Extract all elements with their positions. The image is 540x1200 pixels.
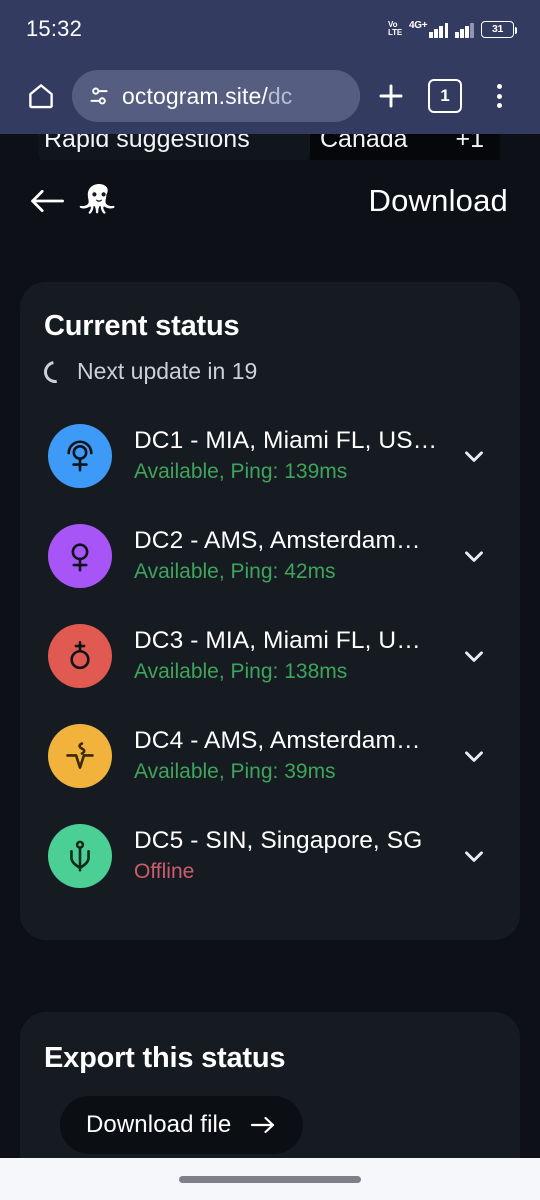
back-arrow-icon[interactable] [24,178,70,224]
arrow-right-icon [251,1116,275,1134]
home-icon[interactable] [14,69,68,123]
datacenter-row-dc4[interactable]: DC4 - AMS, Amsterdam… Available, Ping: 3… [20,706,520,806]
battery-percent: 31 [491,23,504,35]
chevron-down-icon[interactable] [452,641,496,671]
tab-switcher-button[interactable]: 1 [418,69,472,123]
datacenter-text-dc5: DC5 - SIN, Singapore, SG Offline [134,826,452,886]
earth-symbol-icon [48,624,112,688]
system-status-bar: 15:32 Vo LTE 4G+ 31 [0,0,540,58]
loading-spinner-icon [39,356,71,387]
datacenter-name: DC1 - MIA, Miami FL, US… [134,427,438,454]
chevron-down-icon[interactable] [452,541,496,571]
datacenter-text-dc2: DC2 - AMS, Amsterdam… Available, Ping: 4… [134,526,452,586]
plus-icon[interactable] [364,69,418,123]
battery-icon: 31 [481,20,517,38]
pluto-symbol-icon [48,424,112,488]
datacenter-name: DC4 - AMS, Amsterdam… [134,727,421,754]
export-status-card: Export this status Download file [20,1012,520,1172]
signal-bars-sim2-icon [455,21,474,38]
app-header: Download [0,160,540,242]
page-title: Download [368,183,508,218]
aquarius-symbol-icon [48,724,112,788]
home-indicator-pill[interactable] [179,1175,361,1183]
datacenter-row-dc1[interactable]: DC1 - MIA, Miami FL, US… Available, Ping… [20,406,520,506]
venus-symbol-icon [48,524,112,588]
datacenter-name: DC3 - MIA, Miami FL, U… [134,627,421,654]
peek-chip-country: Canada +1 [310,134,500,160]
peek-suggestions-label: Rapid suggestions [44,134,250,153]
trident-symbol-icon [48,824,112,888]
volte-icon: Vo LTE [388,20,402,38]
datacenter-text-dc3: DC3 - MIA, Miami FL, U… Available, Ping:… [134,626,452,686]
datacenter-status: Available, Ping: 39ms [134,760,336,783]
network-signal-group: 4G+ [408,20,449,38]
datacenter-text-dc1: DC1 - MIA, Miami FL, US… Available, Ping… [134,426,452,486]
datacenter-status: Available, Ping: 139ms [134,460,348,483]
peek-chip-suggestions: Rapid suggestions [38,134,310,160]
phone-screen: 15:32 Vo LTE 4G+ 31 octogram.site/dc 1 R… [0,0,540,1200]
datacenter-row-dc3[interactable]: DC3 - MIA, Miami FL, U… Available, Ping:… [20,606,520,706]
datacenter-list: DC1 - MIA, Miami FL, US… Available, Ping… [20,406,520,906]
tab-count-badge: 1 [428,79,462,113]
next-update-row: Next update in 19 [39,356,258,387]
page-content-peek-strip: Rapid suggestions Canada +1 [0,134,540,160]
chevron-down-icon[interactable] [452,741,496,771]
site-settings-icon [90,87,108,105]
status-bar-clock: 15:32 [26,16,83,41]
datacenter-status: Offline [134,860,195,883]
datacenter-name: DC5 - SIN, Singapore, SG [134,827,423,854]
current-status-title: Current status [44,310,240,342]
download-file-button[interactable]: Download file [60,1096,304,1154]
peek-country-code: +1 [455,134,484,153]
address-bar-url: octogram.site/dc [122,83,292,110]
current-status-card: Current status Next update in 19 DC1 - M… [20,282,520,940]
datacenter-row-dc2[interactable]: DC2 - AMS, Amsterdam… Available, Ping: 4… [20,506,520,606]
octopus-logo-icon [72,178,126,224]
chevron-down-icon[interactable] [452,841,496,871]
signal-bars-sim1-icon [429,21,449,38]
url-main: octogram.site/ [122,82,268,109]
peek-country-label: Canada [320,134,408,153]
export-status-title: Export this status [44,1042,286,1074]
network-type-label: 4G+ [408,20,428,31]
kebab-menu-icon[interactable] [472,69,526,123]
status-bar-icons: Vo LTE 4G+ 31 [388,20,517,38]
next-update-label: Next update in 19 [77,358,258,384]
download-file-label: Download file [86,1111,232,1138]
system-navigation-bar [0,1158,540,1200]
browser-chrome: 15:32 Vo LTE 4G+ 31 octogram.site/dc 1 [0,0,540,134]
browser-toolbar: octogram.site/dc 1 [0,58,540,134]
volte-line-2: LTE [388,28,402,37]
datacenter-name: DC2 - AMS, Amsterdam… [134,527,421,554]
url-tail: dc [267,82,293,109]
datacenter-status: Available, Ping: 42ms [134,560,336,583]
address-bar[interactable]: octogram.site/dc [72,70,360,122]
datacenter-text-dc4: DC4 - AMS, Amsterdam… Available, Ping: 3… [134,726,452,786]
datacenter-status: Available, Ping: 138ms [134,660,348,683]
chevron-down-icon[interactable] [452,441,496,471]
datacenter-row-dc5[interactable]: DC5 - SIN, Singapore, SG Offline [20,806,520,906]
